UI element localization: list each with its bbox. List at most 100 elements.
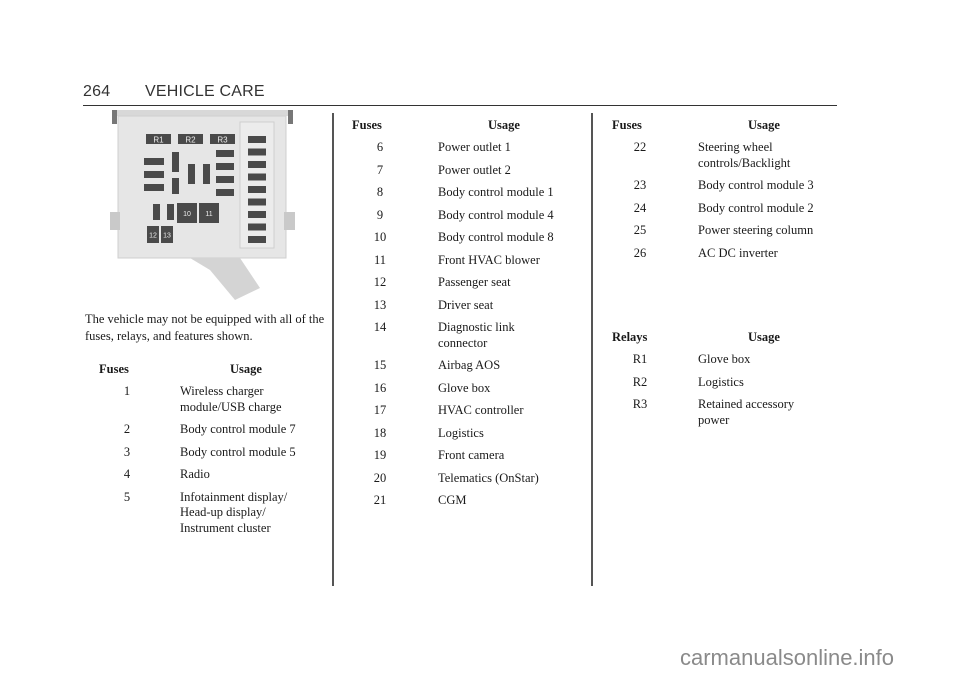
relay-label: R3 [217,136,228,145]
row-usage: Retained accessory power [698,397,795,427]
fuse-9 [203,164,210,184]
row-number: 1 [123,384,131,398]
row-number: 15 [373,358,387,372]
row-number: 6 [376,140,384,154]
row-usage: Steering wheel controls/Backlight [698,140,791,170]
row-number: 5 [123,489,131,504]
connector-wiring [190,258,260,300]
column-header: Fuses [99,362,129,376]
row-number: R1 [632,352,648,366]
row-number: 23 [633,178,647,192]
fuse-5 [172,178,179,194]
row-number: 8 [376,185,384,199]
fuse-24 [248,211,266,218]
fuse-25 [248,223,266,231]
relay-group: R1 R2 R3 [146,134,235,145]
fuse-17 [216,189,234,196]
fuse-block-diagram: R1 R2 R3 10 11 12 13 [110,110,295,300]
fuse-15 [216,163,234,170]
row-number: 20 [373,470,387,485]
fuse-6 [153,204,160,220]
fuse-19 [248,148,266,156]
row-usage: Logistics [698,374,744,389]
column-divider [332,113,334,586]
row-number: 18 [373,425,387,440]
row-number: 14 [373,320,387,334]
fuse-26 [248,236,266,243]
column-header: Usage [230,362,262,376]
fuse-20 [248,161,266,168]
row-number: 10 [373,230,387,244]
row-number: 11 [373,252,387,267]
fuse-7 [167,204,174,220]
row-number: 22 [633,140,647,154]
row-usage: Logistics [438,425,484,440]
page-header: 264 VEHICLE CARE [83,83,837,106]
fuse-8 [188,164,195,184]
row-number: 13 [373,297,387,312]
row-number: 7 [376,162,384,177]
row-usage: Passenger seat [438,275,511,289]
row-usage: Telematics (OnStar) [438,470,539,485]
row-number: 16 [373,380,387,395]
row-number: 26 [633,245,647,260]
row-usage: Power outlet 1 [438,140,511,154]
column-divider [591,113,593,586]
row-usage: CGM [438,493,467,507]
watermark: carmanualsonline.info [680,645,895,670]
fuse-21 [248,173,266,181]
fuse-23 [248,198,266,206]
fuse-label: 10 [183,211,191,218]
fuse-label: 13 [163,233,171,240]
row-usage: Infotainment display/ Head-up display/ I… [180,489,288,535]
row-usage: Front HVAC blower [438,252,540,267]
row-usage: HVAC controller [438,403,524,417]
fuse-1 [144,158,164,165]
row-usage: Driver seat [438,297,494,312]
row-usage: AC DC inverter [698,245,778,260]
column-header: Fuses [352,118,382,132]
row-usage: Diagnostic link connector [438,320,515,350]
row-usage: Wireless charger module/USB charge [180,384,282,414]
row-usage: Body control module 2 [698,200,814,215]
row-number: R3 [632,397,648,411]
row-number: 21 [373,493,387,507]
row-usage: Airbag AOS [438,358,501,372]
row-number: 9 [376,207,384,222]
row-usage: Body control module 1 [438,185,554,199]
row-number: 4 [123,467,131,481]
housing-clip [288,110,293,124]
side-tab-right [284,212,295,230]
row-usage: Body control module 3 [698,178,814,192]
fuse-4 [172,152,179,172]
column-header: Usage [488,118,520,132]
fuse-2 [144,171,164,178]
row-usage: Body control module 4 [438,207,554,222]
fuse-label: 11 [205,211,212,218]
fuse-14 [216,150,234,157]
row-usage: Body control module 7 [180,422,296,436]
relay-label: R1 [153,136,164,145]
row-usage: Radio [180,467,210,481]
equipment-note: The vehicle may not be equipped with all… [85,312,325,343]
housing-top-edge [114,110,288,116]
relay-label: R2 [185,136,196,145]
row-usage: Front camera [438,448,505,462]
row-usage: Power outlet 2 [438,162,511,177]
row-number: 19 [373,448,387,462]
row-usage: Body control module 5 [180,444,296,459]
fuse-22 [248,186,266,193]
page-number: 264 [83,83,111,100]
fuse-label: 12 [149,233,157,240]
fuse-3 [144,184,164,191]
row-usage: Power steering column [698,223,814,237]
row-usage: Body control module 8 [438,230,554,244]
row-number: 2 [123,422,131,436]
row-number: 3 [123,444,131,459]
row-number: 24 [633,200,647,215]
housing-clip [112,110,117,124]
row-number: 25 [633,223,647,237]
column-header: Relays [612,330,648,344]
column-header: Usage [748,118,780,132]
row-number: 12 [373,275,387,289]
